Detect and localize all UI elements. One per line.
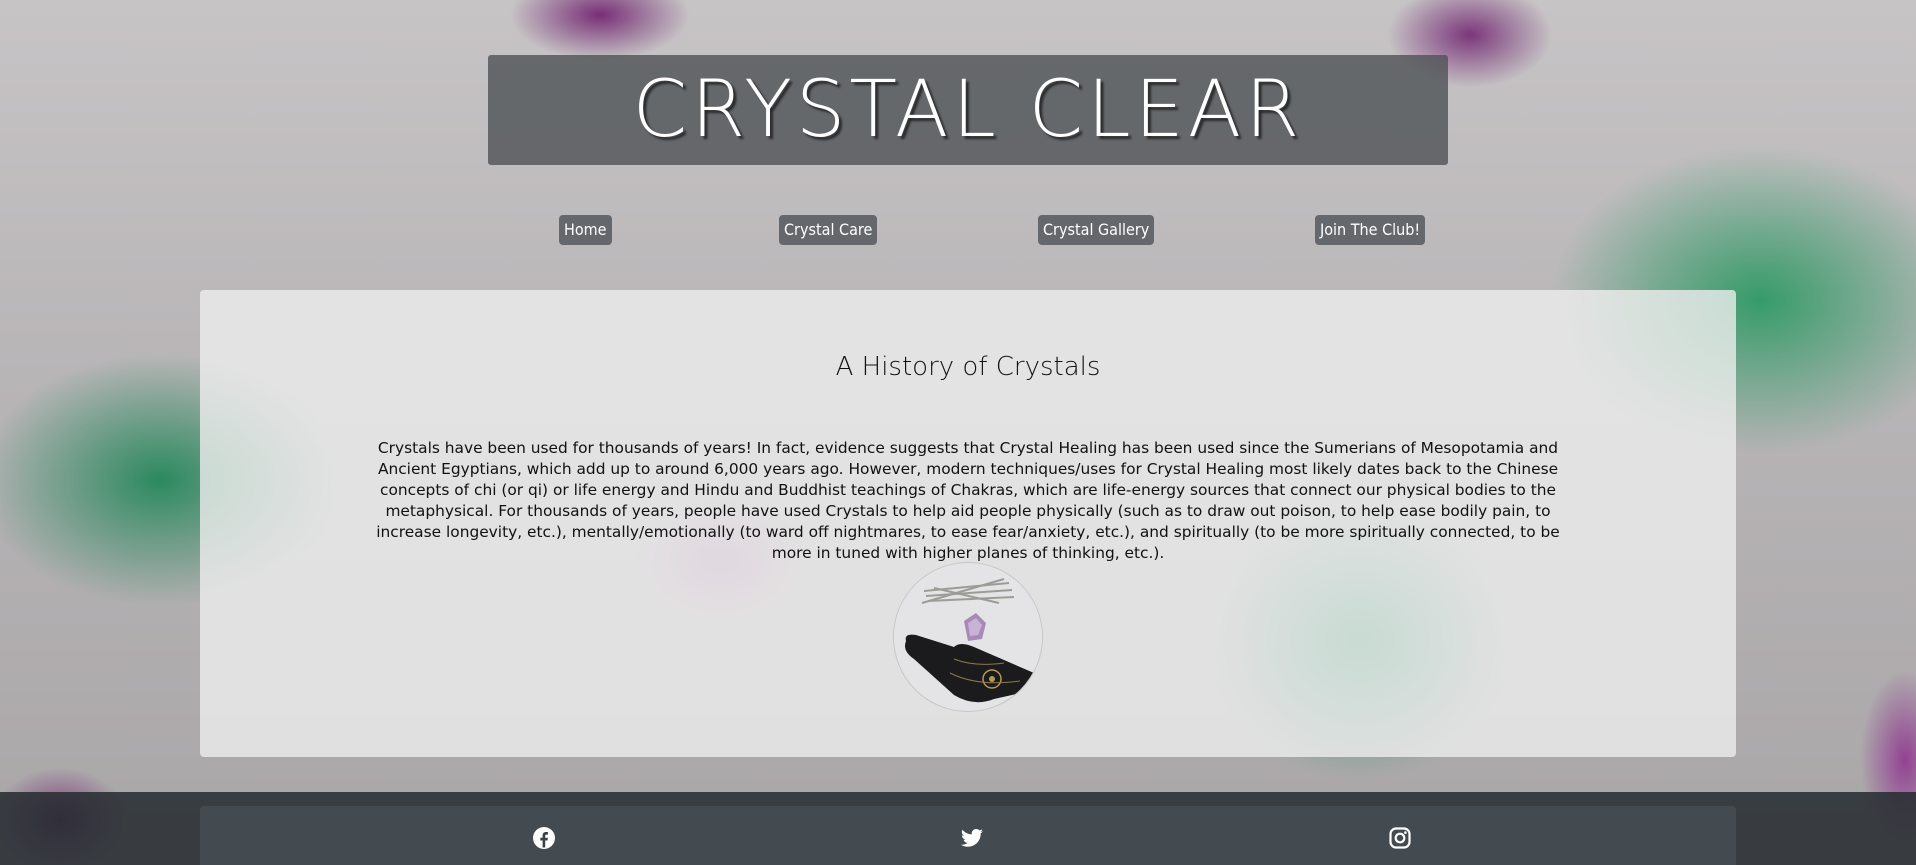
main-nav: Home Crystal Care Crystal Gallery Join T…: [0, 215, 1916, 245]
site-title-banner: CRYSTAL CLEAR: [488, 55, 1448, 165]
crystal-hamsa-photo: [893, 562, 1043, 712]
history-paragraph: Crystals have been used for thousands of…: [376, 439, 1560, 562]
history-content-panel: A History of Crystals Crystals have been…: [200, 290, 1736, 757]
page-background: CRYSTAL CLEAR Home Crystal Care Crystal …: [0, 0, 1916, 865]
social-links-bar: [200, 806, 1736, 865]
instagram-icon[interactable]: [1388, 826, 1412, 850]
nav-crystal-care-link[interactable]: Crystal Care: [779, 215, 878, 245]
history-heading: A History of Crystals: [835, 352, 1101, 382]
site-footer: [0, 792, 1916, 865]
nav-home-link[interactable]: Home: [559, 215, 612, 245]
nav-crystal-gallery-link[interactable]: Crystal Gallery: [1038, 215, 1155, 245]
nav-join-club-link[interactable]: Join The Club!: [1315, 215, 1426, 245]
site-title: CRYSTAL CLEAR: [632, 65, 1304, 155]
facebook-icon[interactable]: [532, 826, 556, 850]
twitter-icon[interactable]: [960, 826, 984, 850]
